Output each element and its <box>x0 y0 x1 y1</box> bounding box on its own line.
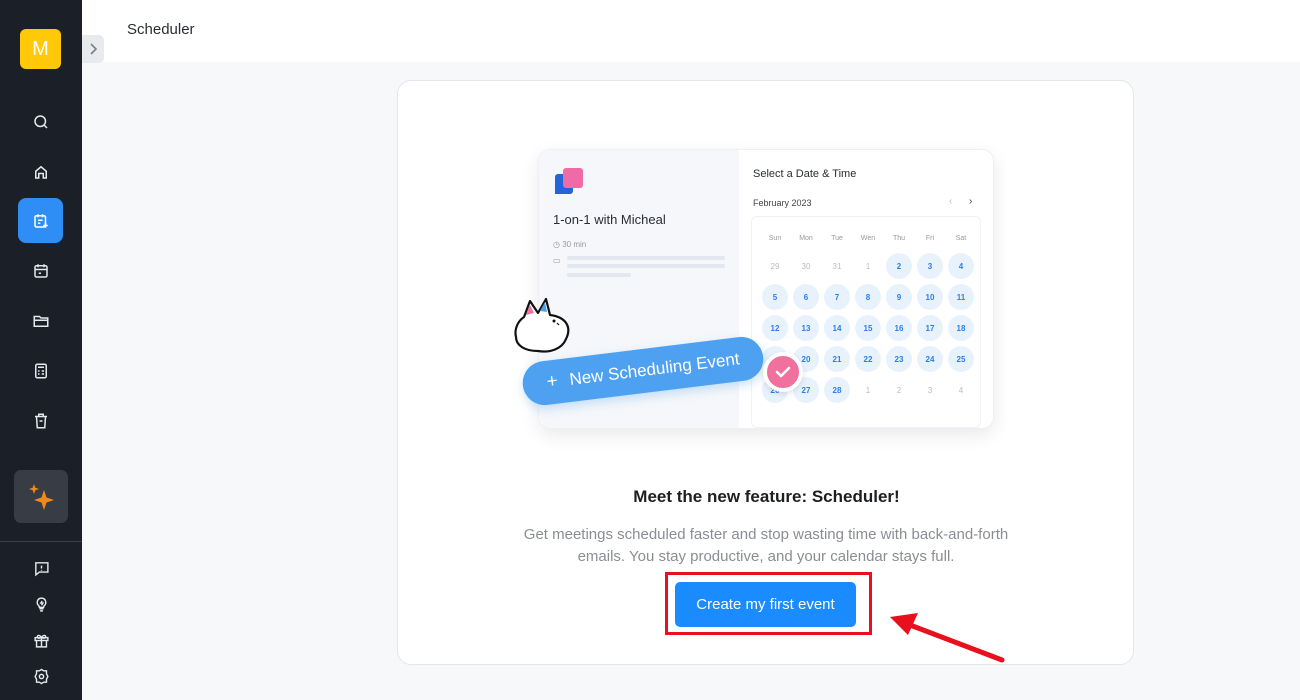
calendar-day-available: 10 <box>917 284 943 310</box>
calendar-day-available: 21 <box>824 346 850 372</box>
calendar-day-available: 9 <box>886 284 912 310</box>
calendar-day: 4 <box>958 385 964 395</box>
sidebar-item-settings[interactable] <box>26 662 56 690</box>
calendar-day-available: 7 <box>824 284 850 310</box>
calendar-day: 30 <box>801 261 811 271</box>
create-first-event-button[interactable]: Create my first event <box>675 582 856 627</box>
annotation-arrow-icon <box>890 613 1005 663</box>
expand-sidebar-button[interactable] <box>82 35 104 63</box>
pill-label: New Scheduling Event <box>568 349 741 389</box>
sidebar: M <box>0 0 82 700</box>
trash-icon <box>34 413 47 428</box>
weekday-header: Thu <box>892 234 906 242</box>
avatar[interactable]: M <box>20 29 61 69</box>
calendar-day-available: 25 <box>948 346 974 372</box>
scheduler-illustration: 1-on-1 with Micheal ◷ 30 min ▭ Select a … <box>510 149 1010 459</box>
sidebar-item-trash[interactable] <box>18 398 63 443</box>
clock-icon: ◷ <box>553 240 563 249</box>
feedback-icon <box>34 561 49 576</box>
page-title: Scheduler <box>127 21 195 38</box>
placeholder-line <box>567 264 725 268</box>
calendar-day-available: 15 <box>855 315 881 341</box>
gear-icon <box>33 668 49 684</box>
calendar-day-available: 23 <box>886 346 912 372</box>
weekday-header: Wen <box>860 234 876 242</box>
calendar-day: 2 <box>896 385 902 395</box>
calendar-icon <box>33 263 48 278</box>
mockup-event-title: 1-on-1 with Micheal <box>553 212 666 227</box>
lightbulb-icon <box>36 596 46 612</box>
sidebar-item-feedback[interactable] <box>26 554 56 582</box>
document-icon <box>34 363 47 378</box>
placeholder-line <box>567 256 725 260</box>
calendar-day-available: 17 <box>917 315 943 341</box>
calendar-day: 3 <box>927 385 933 395</box>
sidebar-item-calendar[interactable] <box>18 248 63 293</box>
plus-icon: + <box>545 370 559 393</box>
placeholder-line <box>567 273 631 277</box>
sidebar-divider <box>0 541 82 542</box>
mockup-picker-title: Select a Date & Time <box>753 168 857 180</box>
weekday-header: Fri <box>925 234 935 242</box>
bunny-mascot-icon <box>514 297 570 353</box>
weekday-header: Sat <box>955 234 967 242</box>
calendar-edit-icon <box>33 213 48 228</box>
calendar-day: 31 <box>832 261 842 271</box>
calendar-day-available: 16 <box>886 315 912 341</box>
sidebar-item-scheduler[interactable] <box>18 198 63 243</box>
video-icon: ▭ <box>553 256 561 265</box>
folder-icon <box>33 315 48 327</box>
ai-assistant-button[interactable] <box>14 470 68 523</box>
mockup-duration: ◷ 30 min <box>553 240 587 249</box>
sparkle-icon <box>29 483 54 510</box>
calendar-day-available: 12 <box>762 315 788 341</box>
calendar-day-available: 5 <box>762 284 788 310</box>
top-bar <box>82 0 1300 62</box>
home-icon <box>34 165 47 179</box>
next-month-icon: › <box>969 196 973 207</box>
sidebar-item-gifts[interactable] <box>26 626 56 654</box>
sidebar-item-tips[interactable] <box>26 590 56 618</box>
calendar-day-available: 18 <box>948 315 974 341</box>
search-icon <box>33 114 48 129</box>
calendar-day-available: 22 <box>855 346 881 372</box>
sidebar-item-files[interactable] <box>18 298 63 343</box>
mockup-month: February 2023 <box>753 198 812 208</box>
calendar-day: 1 <box>865 261 871 271</box>
calendar-day-available: 4 <box>948 253 974 279</box>
calendar-day-available: 24 <box>917 346 943 372</box>
calendar-day-available: 3 <box>917 253 943 279</box>
calendar-day-available: 13 <box>793 315 819 341</box>
calendar-day-available: 8 <box>855 284 881 310</box>
sidebar-item-notes[interactable] <box>18 348 63 393</box>
avatar-initial: M <box>32 37 49 60</box>
gift-icon <box>33 634 49 648</box>
calendar-day-available: 11 <box>948 284 974 310</box>
calendar-day-available: 6 <box>793 284 819 310</box>
sidebar-item-home[interactable] <box>18 149 63 194</box>
weekday-header: Sun <box>768 234 782 242</box>
checkmark-icon <box>763 352 803 392</box>
prev-month-icon: ‹ <box>949 196 953 207</box>
chevron-right-icon <box>90 43 98 55</box>
calendar-day-available: 2 <box>886 253 912 279</box>
weekday-header: Mon <box>799 234 813 242</box>
feature-description: Get meetings scheduled faster and stop w… <box>523 526 1009 565</box>
app-logo-icon <box>555 168 585 196</box>
calendar-day-available: 28 <box>824 377 850 403</box>
mockup-calendar-grid: Sun Mon Tue Wen Thu Fri Sat 29 30 31 1 2 3 4 5 6 7 8 9 10 11… <box>751 216 981 428</box>
weekday-header: Tue <box>831 234 843 242</box>
sidebar-item-search[interactable] <box>18 99 63 144</box>
calendar-day: 1 <box>865 385 871 395</box>
feature-headline: Meet the new feature: Scheduler! <box>633 487 900 506</box>
calendar-day: 29 <box>770 261 780 271</box>
calendar-day-available: 14 <box>824 315 850 341</box>
